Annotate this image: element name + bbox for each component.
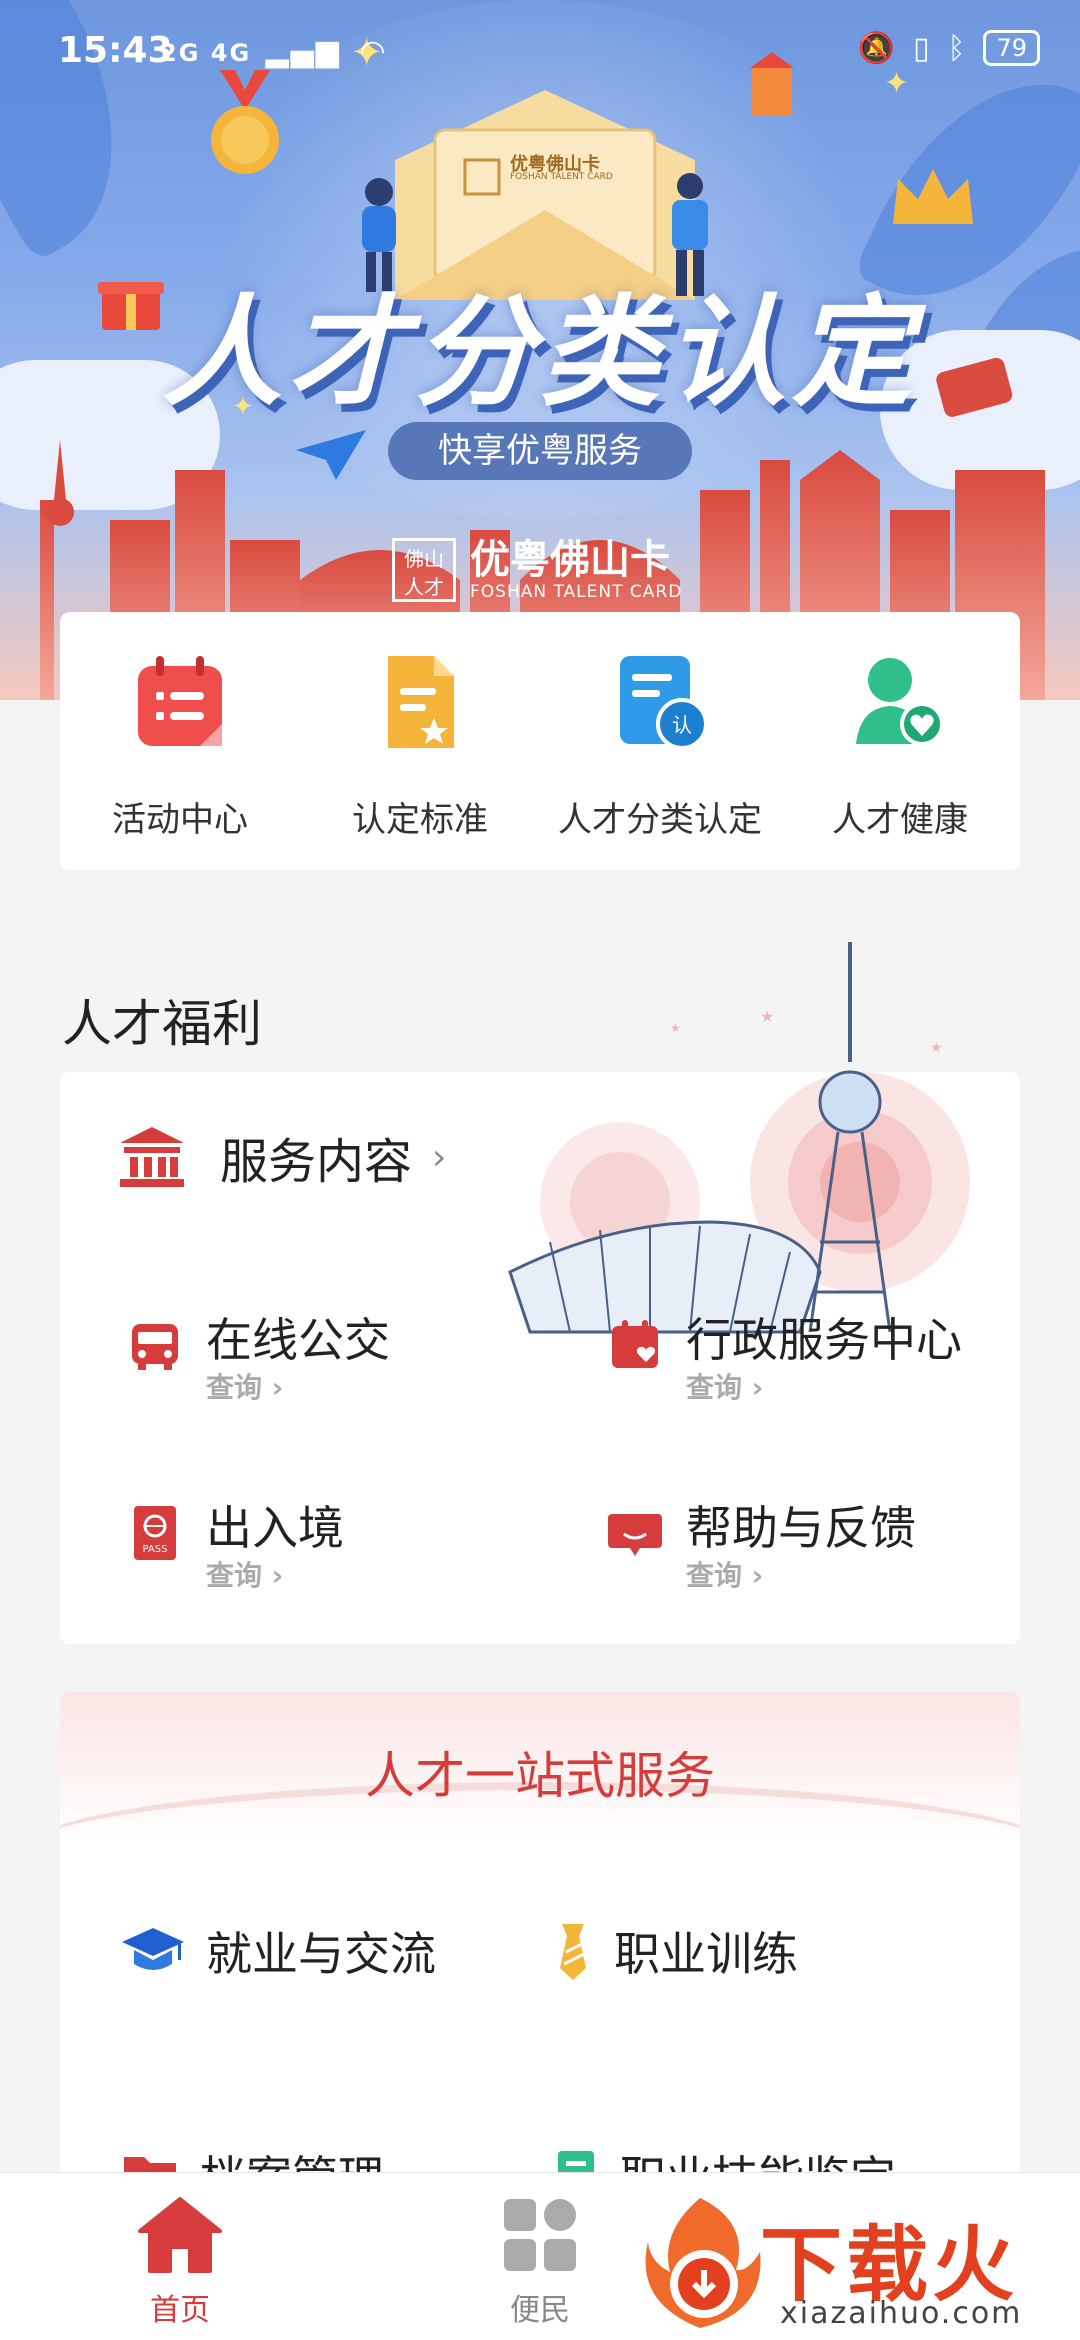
benefits-card: ★ ★ ★ 服务内容 › 在线公交 查询 › 行政服务中心 查询 › PASS … [60,942,1020,1644]
svg-text:★: ★ [930,1040,943,1056]
home-icon [138,2197,222,2273]
calendar-list-icon [138,656,222,746]
quick-item-talent-certification[interactable]: 认 人才分类认定 [540,612,780,870]
quick-item-label: 认定标准 [352,800,488,840]
service-item-name: 职业训练 [614,1927,798,1981]
benefit-name: 行政服务中心 [686,1313,962,1367]
query-link[interactable]: 查询 › [206,1366,283,1406]
brand-logo: 佛山人才 优粤佛山卡 FOSHAN TALENT CARD [392,538,682,602]
brand-seal-icon: 佛山人才 [392,538,456,602]
benefit-item-help-feedback[interactable]: 帮助与反馈 查询 › [608,1492,1028,1602]
person-heart-icon [856,658,944,746]
crown-icon [893,169,973,224]
bluetooth-icon: ᛒ [947,30,966,66]
quick-item-label: 人才健康 [832,800,968,840]
tie-icon [560,1924,586,1980]
status-time: 15:43 [58,30,173,71]
service-item-employment[interactable]: 就业与交流 [122,1916,436,1986]
mute-icon: 🔕 [857,30,895,66]
tab-home[interactable]: 首页 [100,2197,260,2329]
svg-text:★: ★ [670,1021,681,1035]
service-item-vocational-training[interactable]: 职业训练 [554,1916,798,1986]
certify-doc-icon: 认 [620,656,708,750]
bus-icon [132,1324,178,1370]
svg-text:认: 认 [672,713,692,737]
tab-label: 首页 [150,2293,210,2328]
watermark-logo: 下载火 xiazaihuo.com [640,2192,1080,2340]
card-name-en: FOSHAN TALENT CARD [510,172,613,182]
benefit-name: 帮助与反馈 [686,1501,916,1555]
benefit-name: 在线公交 [206,1313,390,1367]
tab-convenience[interactable]: 便民 [460,2197,620,2329]
watermark-url: xiazaihuo.com [780,2296,1023,2331]
government-building-icon [120,1127,184,1187]
quick-item-standards[interactable]: 认定标准 [300,612,540,870]
section-title-benefits: 人才福利 [62,995,262,1053]
battery-icon: 79 [983,30,1040,66]
query-link[interactable]: 查询 › [206,1554,283,1594]
chevron-right-icon: › [432,1136,447,1178]
service-content-title: 服务内容 [220,1134,413,1190]
status-icons: 🔕 ▯ ᛒ 79 [858,30,1040,66]
brand-text: 优粤佛山卡 FOSHAN TALENT CARD [470,538,682,602]
stadium-tower-illustration: ★ ★ ★ [508,942,970,1334]
svg-text:★: ★ [760,1007,774,1026]
feedback-icon [608,1514,662,1556]
service-content-link[interactable]: 服务内容 › [120,1122,446,1192]
quick-item-label: 活动中心 [112,800,248,840]
passport-badge-text: PASS [143,1544,168,1555]
one-stop-title: 人才一站式服务 [365,1747,715,1805]
network-label: 2G 4G [160,39,252,67]
calendar-heart-icon [612,1320,658,1368]
status-bar: 15:43 2G 4G ▂▄▆ ◠ 🔕 ▯ ᛒ 79 [0,0,1080,110]
fire-logo-icon [645,2198,761,2328]
document-star-icon [388,656,454,748]
quick-item-talent-health[interactable]: 人才健康 [780,612,1020,870]
vibrate-icon: ▯ [912,30,930,66]
grid-apps-icon [504,2199,576,2271]
brand-name-en: FOSHAN TALENT CARD [470,582,683,602]
brand-name: 优粤佛山卡 [470,537,670,583]
hero-banner[interactable]: ✦ ✦ ✦ 优粤佛山卡 FOSHAN TALENT CARD 人才分类认定 快享… [0,0,1080,700]
benefit-item-online-bus[interactable]: 在线公交 查询 › [128,1304,548,1414]
tab-label: 便民 [510,2293,570,2328]
signal-icon: 2G 4G ▂▄▆ ◠ [160,34,387,69]
service-item-name: 就业与交流 [206,1927,436,1981]
benefit-name: 出入境 [206,1501,344,1555]
passport-icon: PASS [134,1506,176,1560]
quick-menu-card: 活动中心 认定标准 认 人才分类认定 人才健康 [60,612,1020,870]
banner-title: 人才分类认定 [162,284,918,423]
graduation-cap-icon [122,1928,184,1970]
quick-item-activity-center[interactable]: 活动中心 [60,612,300,870]
benefit-item-admin-service-center[interactable]: 行政服务中心 查询 › [608,1304,1028,1414]
query-link[interactable]: 查询 › [686,1366,763,1406]
quick-item-label: 人才分类认定 [558,800,762,840]
banner-slogan-pill: 快享优粤服务 [388,422,692,480]
paper-plane-icon [296,430,366,480]
benefit-item-exit-entry[interactable]: PASS 出入境 查询 › [128,1492,548,1602]
query-link[interactable]: 查询 › [686,1554,763,1594]
